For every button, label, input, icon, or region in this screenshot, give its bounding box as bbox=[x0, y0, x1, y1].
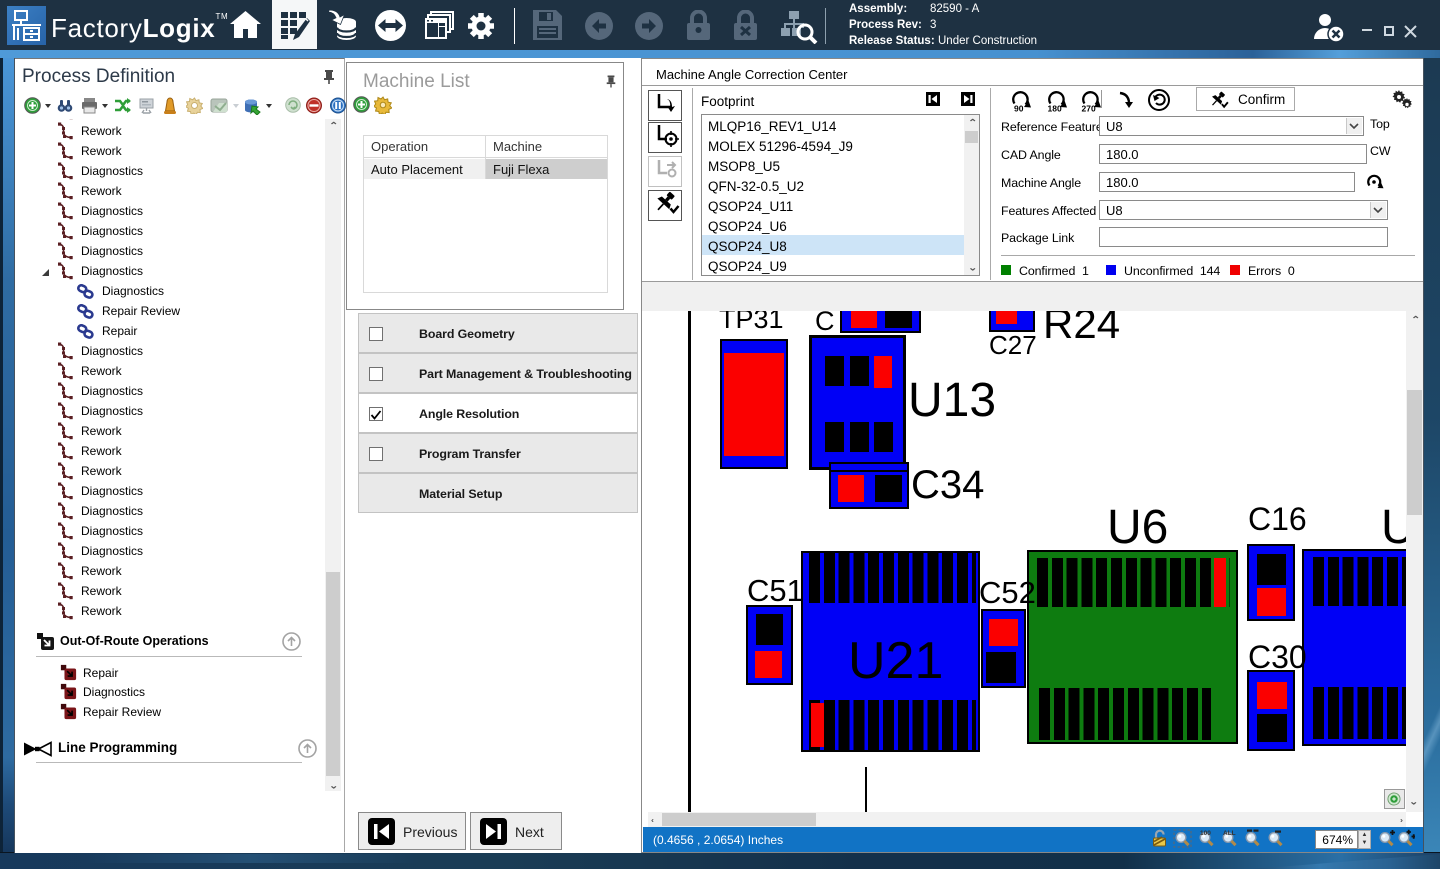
svg-text:100: 100 bbox=[1200, 830, 1211, 837]
svg-text:180: 180 bbox=[1048, 104, 1062, 113]
svg-text:90: 90 bbox=[1014, 104, 1024, 113]
svg-text:ALL: ALL bbox=[1223, 830, 1236, 837]
svg-text:270: 270 bbox=[1082, 104, 1096, 113]
